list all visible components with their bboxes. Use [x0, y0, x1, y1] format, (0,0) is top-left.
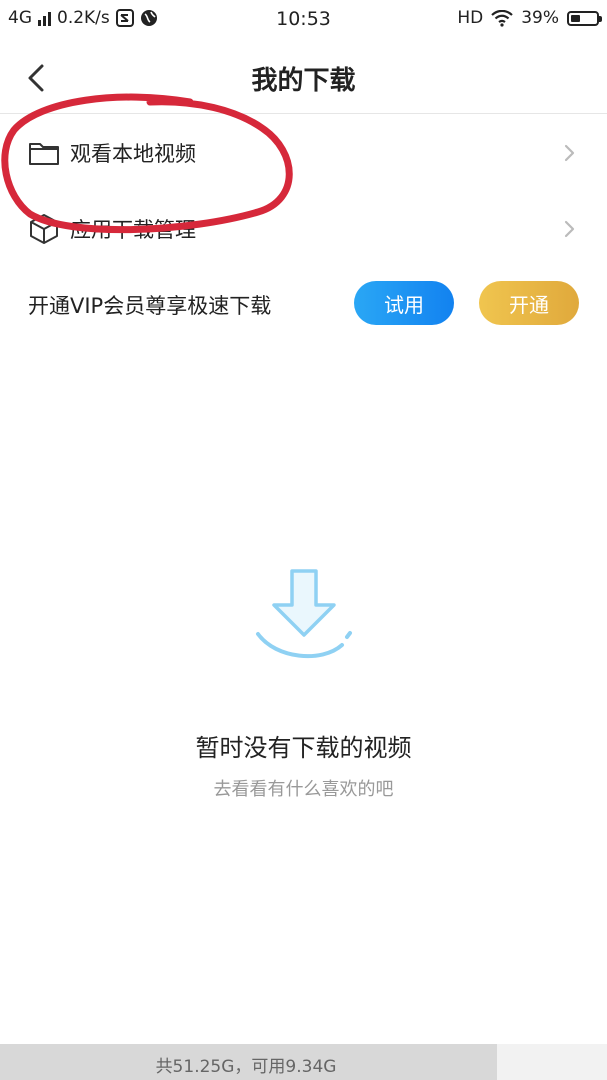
status-bar: 4G 0.2K/s 10:53 HD 39%	[0, 0, 607, 42]
menu-item-local-videos[interactable]: 观看本地视频	[0, 115, 607, 191]
folder-icon	[29, 143, 59, 165]
menu-item-label: 应用下载管理	[70, 218, 196, 242]
storage-text: 共51.25G，可用9.34G	[155, 1057, 337, 1077]
battery-level	[571, 14, 580, 22]
screen: 4G 0.2K/s 10:53 HD 39% 我的下载 观看本地视频 应用下载管…	[0, 0, 607, 1080]
page-title: 我的下载	[251, 66, 356, 96]
empty-state-title: 暂时没有下载的视频	[195, 734, 412, 762]
wifi-icon	[491, 9, 513, 27]
storage-bar: 共51.25G，可用9.34G	[0, 1044, 607, 1080]
hd-indicator: HD	[457, 8, 484, 28]
nav-bar: 我的下载	[0, 42, 607, 114]
empty-state-subtitle: 去看看有什么喜欢的吧	[213, 779, 394, 800]
vip-promo: 开通VIP会员尊享极速下载 试用 开通	[0, 270, 607, 336]
download-empty-icon	[256, 569, 352, 659]
chevron-right-icon	[564, 220, 575, 238]
menu-item-label: 观看本地视频	[70, 142, 196, 166]
battery-percent: 39%	[521, 8, 559, 28]
vip-promo-text: 开通VIP会员尊享极速下载	[28, 294, 272, 318]
trial-button[interactable]: 试用	[354, 281, 454, 325]
chevron-right-icon	[564, 144, 575, 162]
status-right: HD 39%	[457, 8, 602, 28]
open-vip-button[interactable]: 开通	[479, 281, 579, 325]
menu-item-app-downloads[interactable]: 应用下载管理	[0, 191, 607, 267]
battery-icon	[567, 10, 602, 26]
package-box-icon	[30, 214, 58, 244]
